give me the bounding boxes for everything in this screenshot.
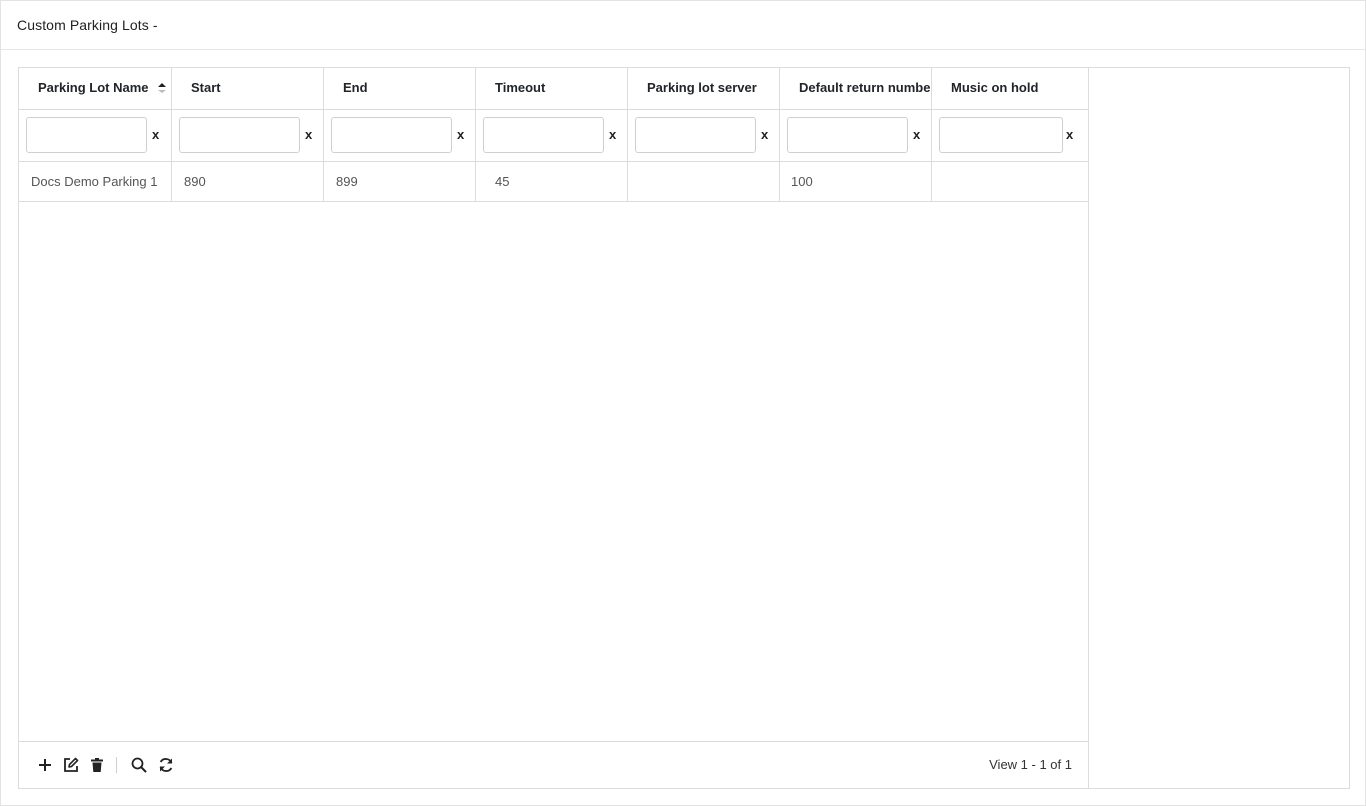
filter-input-parking-lot-name[interactable]	[26, 117, 147, 153]
column-header-start[interactable]: Start	[172, 68, 324, 109]
grid-filter-row: x x x x x x x	[19, 110, 1088, 162]
filter-cell: x	[932, 110, 1088, 161]
edit-icon	[64, 757, 79, 772]
search-button[interactable]	[130, 756, 148, 774]
filter-clear-button[interactable]: x	[457, 127, 464, 142]
content-panel: Parking Lot Name Start End Timeout Parki…	[18, 67, 1350, 789]
refresh-button[interactable]	[157, 756, 175, 774]
cell-end: 899	[324, 162, 476, 201]
filter-input-timeout[interactable]	[483, 117, 604, 153]
plus-icon	[39, 759, 51, 771]
column-header-timeout[interactable]: Timeout	[476, 68, 628, 109]
column-header-label: Default return number	[799, 80, 932, 95]
page-header: Custom Parking Lots -	[1, 1, 1365, 50]
filter-input-end[interactable]	[331, 117, 452, 153]
column-header-parking-lot-server[interactable]: Parking lot server	[628, 68, 780, 109]
column-header-label: Parking Lot Name	[38, 80, 149, 95]
edit-button[interactable]	[62, 756, 80, 774]
toolbar-separator	[116, 757, 117, 773]
column-header-label: Music on hold	[951, 80, 1039, 95]
page-title: Custom Parking Lots -	[17, 17, 158, 33]
grid-header-row: Parking Lot Name Start End Timeout Parki…	[19, 68, 1088, 110]
column-header-music-on-hold[interactable]: Music on hold	[932, 68, 1088, 109]
app-frame: Custom Parking Lots - Parking Lot Name S…	[0, 0, 1366, 806]
filter-input-parking-lot-server[interactable]	[635, 117, 756, 153]
search-icon	[131, 757, 147, 773]
column-header-label: End	[343, 80, 368, 95]
column-header-default-return-number[interactable]: Default return number	[780, 68, 932, 109]
cell-music-on-hold	[932, 162, 1088, 201]
filter-cell: x	[324, 110, 476, 161]
cell-default-return-number: 100	[780, 162, 932, 201]
sort-ascending-icon[interactable]	[157, 70, 167, 93]
filter-input-default-return-number[interactable]	[787, 117, 908, 153]
column-header-end[interactable]: End	[324, 68, 476, 109]
table-row[interactable]: Docs Demo Parking 1 890 899 45 100	[19, 162, 1088, 202]
parking-lots-grid: Parking Lot Name Start End Timeout Parki…	[19, 68, 1089, 788]
column-header-parking-lot-name[interactable]: Parking Lot Name	[19, 68, 172, 109]
column-header-label: Start	[191, 80, 221, 95]
refresh-icon	[159, 758, 173, 772]
filter-cell: x	[780, 110, 932, 161]
filter-clear-button[interactable]: x	[761, 127, 768, 142]
filter-cell: x	[628, 110, 780, 161]
filter-clear-button[interactable]: x	[305, 127, 312, 142]
filter-clear-button[interactable]: x	[152, 127, 159, 142]
pager-info: View 1 - 1 of 1	[989, 757, 1072, 772]
add-button[interactable]	[36, 756, 54, 774]
cell-start: 890	[172, 162, 324, 201]
filter-clear-button[interactable]: x	[609, 127, 616, 142]
filter-clear-button[interactable]: x	[913, 127, 920, 142]
filter-clear-button[interactable]: x	[1066, 127, 1073, 142]
grid-footer: View 1 - 1 of 1	[19, 741, 1088, 788]
filter-input-music-on-hold[interactable]	[939, 117, 1063, 153]
filter-cell: x	[172, 110, 324, 161]
cell-timeout: 45	[476, 162, 628, 201]
filter-cell: x	[19, 110, 172, 161]
trash-icon	[91, 758, 103, 772]
column-header-label: Parking lot server	[647, 80, 757, 95]
cell-parking-lot-name: Docs Demo Parking 1	[19, 162, 172, 201]
delete-button[interactable]	[88, 756, 106, 774]
filter-input-start[interactable]	[179, 117, 300, 153]
cell-parking-lot-server	[628, 162, 780, 201]
column-header-label: Timeout	[495, 80, 546, 95]
filter-cell: x	[476, 110, 628, 161]
